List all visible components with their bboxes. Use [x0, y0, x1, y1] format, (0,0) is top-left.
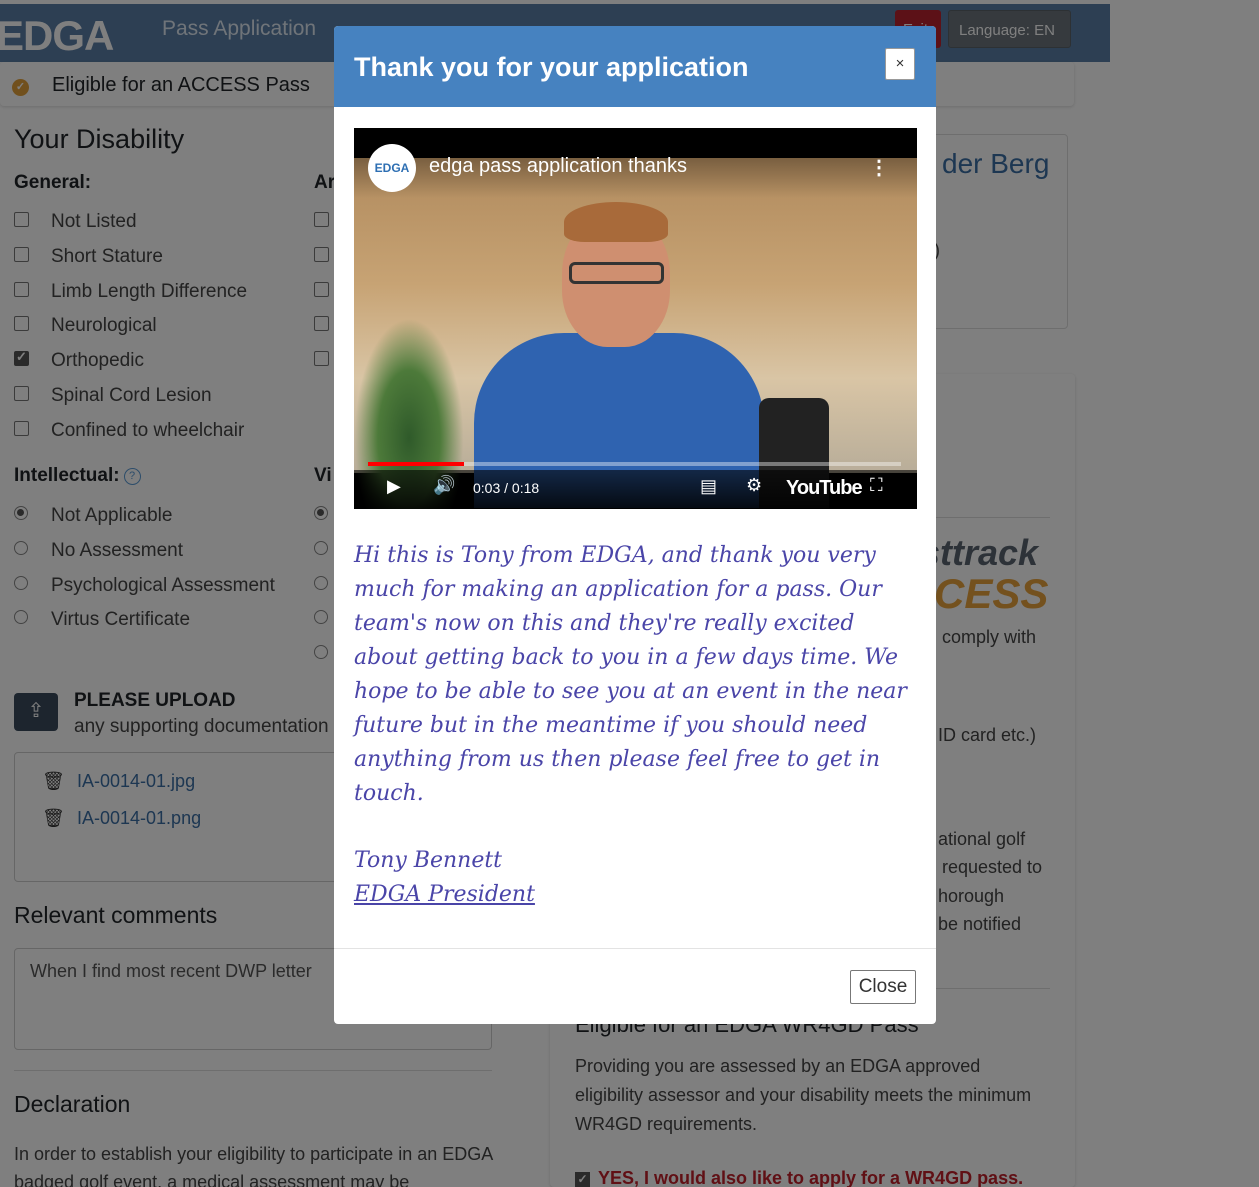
channel-avatar[interactable]: EDGA — [368, 144, 416, 192]
video-time: 0:03 / 0:18 — [473, 480, 540, 496]
modal-title: Thank you for your application — [354, 52, 749, 82]
play-icon[interactable]: ▶ — [387, 476, 401, 497]
signature-name: Tony Bennett — [354, 848, 503, 873]
person-glasses — [569, 262, 664, 284]
close-icon[interactable]: × — [885, 48, 915, 80]
close-button[interactable]: Close — [850, 970, 916, 1004]
signature: Tony Bennett EDGA President — [354, 844, 535, 912]
video-progress-fill — [368, 462, 464, 466]
modal-footer-divider — [334, 948, 936, 949]
subtitles-icon[interactable]: ▤ — [700, 476, 717, 497]
more-options-icon[interactable]: ⋮ — [869, 155, 889, 180]
volume-icon[interactable]: 🔊 — [433, 475, 455, 496]
video-frame — [354, 158, 917, 509]
person-hair — [564, 202, 668, 242]
modal-header: Thank you for your application × — [334, 26, 936, 107]
video-progress-bar[interactable] — [368, 462, 901, 466]
thank-you-message: Hi this is Tony from EDGA, and thank you… — [354, 543, 907, 806]
video-player[interactable]: EDGA edga pass application thanks ⋮ ▶ 🔊 … — [354, 128, 917, 509]
fullscreen-icon[interactable]: ⛶ — [870, 475, 883, 496]
signature-role-link[interactable]: EDGA President — [354, 882, 535, 907]
youtube-logo[interactable]: YouTube — [786, 477, 863, 500]
settings-gear-icon[interactable]: ⚙ — [746, 475, 762, 496]
thank-you-modal: Thank you for your application × EDGA ed… — [334, 26, 936, 1024]
video-title[interactable]: edga pass application thanks — [429, 155, 687, 178]
